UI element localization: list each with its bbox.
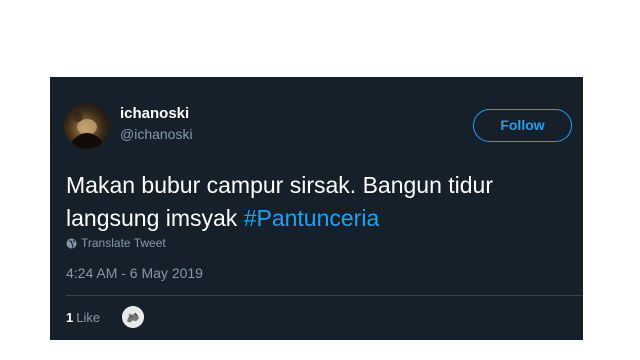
translate-label: Translate Tweet xyxy=(81,236,166,250)
liker-avatar[interactable] xyxy=(122,306,144,328)
like-count-value: 1 xyxy=(66,310,74,325)
likes-count[interactable]: 1 Like xyxy=(66,310,100,326)
display-name[interactable]: ichanoski xyxy=(120,105,189,123)
liker-avatar-image xyxy=(122,306,144,328)
like-label: Like xyxy=(76,310,101,325)
hashtag-link[interactable]: #Pantunceria xyxy=(244,205,380,231)
globe-icon xyxy=(66,238,77,249)
user-handle[interactable]: @ichanoski xyxy=(120,126,193,143)
divider xyxy=(66,295,583,296)
avatar[interactable] xyxy=(64,103,110,149)
tweet-card: ichanoski @ichanoski Follow Makan bubur … xyxy=(50,77,583,340)
tweet-timestamp[interactable]: 4:24 AM - 6 May 2019 xyxy=(66,265,203,282)
avatar-image xyxy=(72,112,102,149)
translate-tweet-link[interactable]: Translate Tweet xyxy=(66,236,166,250)
follow-button[interactable]: Follow xyxy=(473,109,572,142)
tweet-text: Makan bubur campur sirsak. Bangun tidur … xyxy=(66,169,576,235)
